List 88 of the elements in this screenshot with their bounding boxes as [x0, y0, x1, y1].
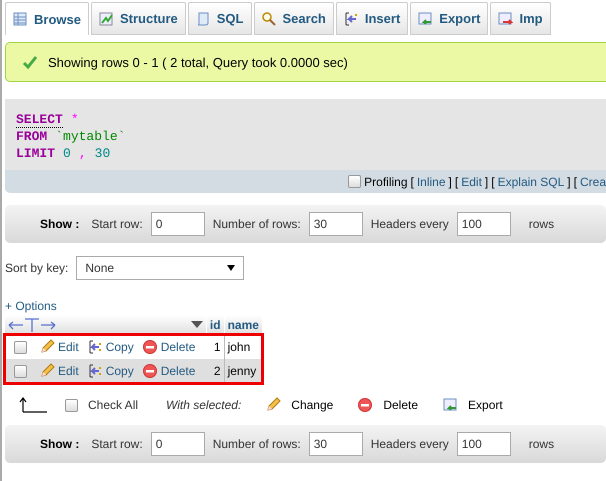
- arrow-up-icon: [19, 397, 47, 413]
- bracket: ]: [484, 174, 488, 188]
- table-cell: 2: [206, 359, 224, 383]
- rows-label: Number of rows:: [212, 437, 301, 451]
- sql-token: *: [70, 112, 79, 127]
- headers-field[interactable]: 100: [456, 432, 511, 456]
- sort-down-icon[interactable]: [190, 321, 203, 329]
- bulk-action-button[interactable]: Delete: [383, 398, 418, 412]
- row-action-link[interactable]: Copy: [106, 364, 134, 378]
- insert-icon: [342, 10, 359, 26]
- rows-suffix: rows: [528, 437, 554, 451]
- tab[interactable]: SQL: [188, 2, 252, 35]
- row-action-link[interactable]: Copy: [106, 340, 134, 354]
- sql-token: `mytable`: [55, 129, 126, 144]
- pencil-icon: [265, 397, 282, 413]
- copy-icon: [86, 339, 103, 355]
- delete-icon: [142, 339, 158, 355]
- tab[interactable]: Export: [410, 2, 488, 35]
- sql-keyword: FROM: [16, 129, 48, 144]
- show-label: Show :: [40, 437, 80, 451]
- sql-link[interactable]: Edit: [461, 174, 482, 188]
- start-row-label: Start row:: [91, 217, 143, 231]
- pencil-icon: [39, 339, 55, 355]
- check-all-label[interactable]: Check All: [88, 398, 138, 412]
- copy-icon: [86, 363, 103, 379]
- bracket: [: [454, 174, 458, 188]
- pencil-icon: [39, 363, 55, 379]
- row-checkbox[interactable]: [14, 340, 27, 354]
- tab[interactable]: Browse: [5, 2, 89, 35]
- column-resize-icon[interactable]: [8, 318, 56, 332]
- search-icon: [260, 10, 276, 26]
- rows-suffix: rows: [528, 217, 554, 231]
- sql-token: ,: [78, 146, 87, 161]
- check-icon: [22, 54, 38, 70]
- delete-icon: [142, 363, 158, 379]
- bulk-action-button[interactable]: Export: [468, 398, 503, 412]
- show-label: Show :: [40, 217, 80, 231]
- column-header[interactable]: id: [206, 315, 224, 335]
- export-icon: [417, 10, 434, 26]
- row-action-link[interactable]: Delete: [160, 340, 196, 354]
- dropdown-icon: [227, 264, 236, 272]
- bracket: ]: [567, 174, 571, 188]
- delete-icon: [357, 397, 374, 413]
- tab[interactable]: Imp: [490, 2, 551, 35]
- table-cell: jenny: [224, 359, 262, 383]
- headers-label: Headers every: [370, 437, 449, 451]
- message-text: Showing rows 0 - 1 ( 2 total, Query took 0.0000 sec): [48, 54, 348, 70]
- tab[interactable]: Insert: [336, 2, 408, 35]
- row-checkbox[interactable]: [14, 364, 27, 378]
- bulk-action-button[interactable]: Change: [291, 398, 334, 412]
- headers-label: Headers every: [370, 217, 449, 231]
- import-icon: [497, 10, 514, 26]
- start-row-label: Start row:: [91, 437, 143, 451]
- options-link[interactable]: + Options: [5, 299, 57, 313]
- tab[interactable]: Search: [254, 2, 334, 35]
- table-cell: 1: [206, 335, 224, 359]
- bracket: [: [574, 174, 577, 188]
- tab[interactable]: Structure: [90, 2, 186, 35]
- row-action-link[interactable]: Edit: [58, 364, 79, 378]
- table-icon: [12, 11, 28, 27]
- row-action-link[interactable]: Delete: [160, 364, 196, 378]
- sql-keyword: LIMIT: [16, 146, 56, 161]
- with-selected-label: With selected:: [166, 398, 242, 412]
- start-row-field[interactable]: 0: [150, 432, 205, 456]
- start-row-field[interactable]: 0: [150, 212, 205, 236]
- sql-link[interactable]: Crea: [580, 174, 606, 188]
- sort-select[interactable]: None: [76, 256, 244, 280]
- structure-icon: [98, 10, 114, 26]
- export-icon: [442, 397, 458, 413]
- sort-label: Sort by key:: [5, 261, 68, 275]
- sql-token: 30: [94, 146, 110, 161]
- rows-field[interactable]: 30: [308, 432, 363, 456]
- headers-field[interactable]: 100: [456, 212, 511, 236]
- sql-link[interactable]: Inline: [416, 174, 446, 188]
- sql-keyword[interactable]: SELECT: [16, 112, 63, 128]
- profiling-label: Profiling: [364, 174, 408, 188]
- rows-field[interactable]: 30: [308, 212, 363, 236]
- check-all-checkbox[interactable]: [65, 398, 78, 412]
- profiling-checkbox[interactable]: [348, 175, 362, 188]
- bracket: [: [491, 174, 495, 188]
- sql-link[interactable]: Explain SQL: [498, 174, 564, 188]
- rows-label: Number of rows:: [212, 217, 301, 231]
- row-action-link[interactable]: Edit: [58, 340, 79, 354]
- bracket: [: [410, 174, 414, 188]
- column-header[interactable]: name: [224, 315, 262, 335]
- bracket: ]: [448, 174, 452, 188]
- sql-token: 0: [63, 146, 71, 161]
- table-cell: john: [224, 335, 262, 359]
